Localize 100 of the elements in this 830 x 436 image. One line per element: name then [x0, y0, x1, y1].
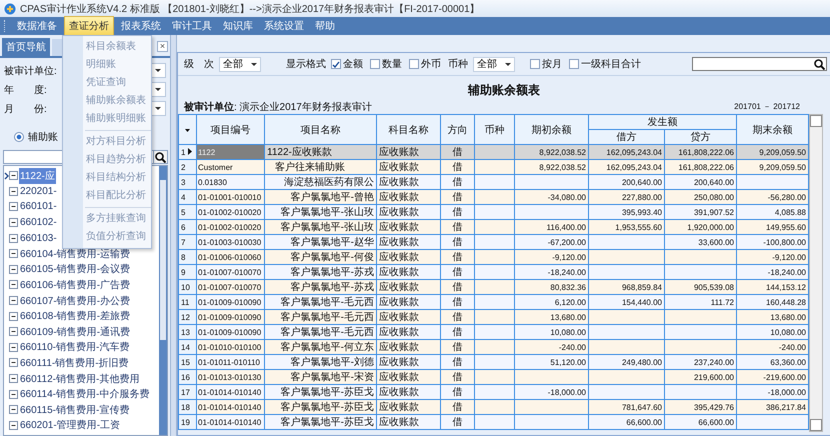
table-cell: 01-01009-010090	[196, 310, 264, 324]
table-cell: 应收账款	[376, 204, 440, 220]
table-cell: 客户氯氯地平-苏臣戈	[264, 400, 376, 414]
row-number: 6	[178, 220, 196, 234]
row-number: 10	[178, 280, 196, 294]
table-cell: 客户氯氯地平-张山玫	[264, 220, 376, 234]
table-cell: 249,480.00	[588, 354, 664, 370]
table-cell: Customer	[196, 160, 264, 174]
checkbox-label: 按月	[542, 58, 562, 71]
table-cell: 01-01006-010060	[196, 250, 264, 264]
table-cell: 01-01001-010010	[196, 190, 264, 204]
table-cell: 借	[440, 310, 474, 324]
table-cell: 客户往来辅助账	[264, 160, 376, 174]
table-cell: 10,080.00	[514, 324, 588, 340]
row-number: 19	[178, 414, 196, 430]
table-cell: 144,153.12	[736, 280, 808, 294]
table-cell: -18,000.00	[514, 384, 588, 400]
table-cell: 01-01011-010110	[196, 354, 264, 370]
checkbox-label: 金额	[343, 58, 363, 71]
row-number: 14	[178, 340, 196, 354]
table-cell: 借	[440, 160, 474, 174]
table-cell: 391,907.52	[664, 204, 736, 220]
table-cell: 应收账款	[376, 174, 440, 190]
radio-label: 辅助账	[28, 130, 58, 144]
table-cell: 1122	[196, 144, 264, 160]
field-label: 币种	[448, 58, 468, 71]
table-cell: 客户氯氯地平-毛元西	[264, 294, 376, 310]
table-cell: -18,240.00	[514, 264, 588, 280]
table-cell: -100,800.00	[736, 234, 808, 250]
table-cell: 客户氯氯地平-何立东	[264, 340, 376, 354]
table-cell: 219,600.00	[664, 370, 736, 384]
table-cell: 395,993.40	[588, 204, 664, 220]
table-cell: 80,832.36	[514, 280, 588, 294]
table-cell: -240.00	[514, 340, 588, 354]
table-cell: 01-01014-010140	[196, 384, 264, 400]
table-cell: 借	[440, 370, 474, 384]
table-cell: 海淀慈福医药有限公	[264, 174, 376, 190]
field-label: 级 次	[184, 58, 214, 71]
table-cell: 1,920,000.00	[664, 220, 736, 234]
table-cell: 200,640.00	[664, 174, 736, 190]
table-cell: 借	[440, 190, 474, 204]
table-cell: 应收账款	[376, 294, 440, 310]
table-cell: 应收账款	[376, 280, 440, 294]
row-number: 5	[178, 204, 196, 220]
window-title: CPAS审计作业系统V4.2 标准版 【201801-刘晓红】-->演示企业2017年财务报表审计【FI-2017-00001】	[20, 2, 480, 16]
table-cell: 借	[440, 234, 474, 250]
table-cell: 905,539.08	[664, 280, 736, 294]
table-cell: 01-01009-010090	[196, 294, 264, 310]
table-cell: 客户氯氯地平-张山玫	[264, 204, 376, 220]
report-unit: 被审计单位: 演示企业2017年财务报表审计	[184, 100, 372, 114]
table-cell: 应收账款	[376, 264, 440, 280]
table-cell: 借	[440, 354, 474, 370]
field-label: 月 份:	[4, 102, 47, 116]
row-number: 3	[178, 174, 196, 190]
table-cell: 借	[440, 280, 474, 294]
table-cell: 客户氯氯地平-曾艳	[264, 190, 376, 204]
table-cell: 1,953,555.60	[588, 220, 664, 234]
table-cell: -9,120.00	[736, 250, 808, 264]
row-number: 17	[178, 384, 196, 400]
table-cell: 01-01013-010130	[196, 370, 264, 384]
report-period: 201701 － 201712	[734, 101, 800, 112]
table-cell: 161,808,222.06	[664, 144, 736, 160]
table-cell: 借	[440, 324, 474, 340]
table-cell: 客户氯氯地平-何俊	[264, 250, 376, 264]
table-cell: 客户氯氯地平-宋资	[264, 370, 376, 384]
row-number: 8	[178, 250, 196, 264]
table-cell: 161,808,222.06	[664, 160, 736, 174]
row-number: 12	[178, 310, 196, 324]
row-number: 4	[178, 190, 196, 204]
row-number: 18	[178, 400, 196, 414]
table-cell: -18,000.00	[736, 384, 808, 400]
table-cell: 借	[440, 340, 474, 354]
table-cell: 01-01007-010070	[196, 280, 264, 294]
table-cell: 66,600.00	[588, 414, 664, 430]
table-cell: 应收账款	[376, 144, 440, 160]
table-cell: 应收账款	[376, 400, 440, 414]
table-cell: 227,880.00	[588, 190, 664, 204]
table-cell: 8,922,038.52	[514, 160, 588, 174]
table-cell: 395,429.76	[664, 400, 736, 414]
table-cell: 4,085.88	[736, 204, 808, 220]
field-label: 被审计单位:	[4, 64, 57, 78]
table-cell: 9,209,059.50	[736, 144, 808, 160]
table-cell: 客户氯氯地平-苏臣戈	[264, 414, 376, 430]
table-cell: 01-01014-010140	[196, 414, 264, 430]
table-cell: 9,209,059.50	[736, 160, 808, 174]
table-cell: -18,240.00	[736, 264, 808, 280]
row-number: 9	[178, 264, 196, 280]
table-cell: 162,095,243.04	[588, 160, 664, 174]
table-cell: 应收账款	[376, 190, 440, 204]
table-cell: 0.01830	[196, 174, 264, 190]
row-number: 13	[178, 324, 196, 340]
table-cell: 客户氯氯地平-毛元西	[264, 310, 376, 324]
table-cell: 01-01002-010020	[196, 220, 264, 234]
table-cell: 01-01003-010030	[196, 234, 264, 250]
table-cell: 01-01002-010020	[196, 204, 264, 220]
table-cell: -240.00	[736, 340, 808, 354]
table-cell: 13,680.00	[514, 310, 588, 324]
table-cell: 应收账款	[376, 354, 440, 370]
table-cell: 应收账款	[376, 384, 440, 400]
table-cell: 借	[440, 220, 474, 234]
